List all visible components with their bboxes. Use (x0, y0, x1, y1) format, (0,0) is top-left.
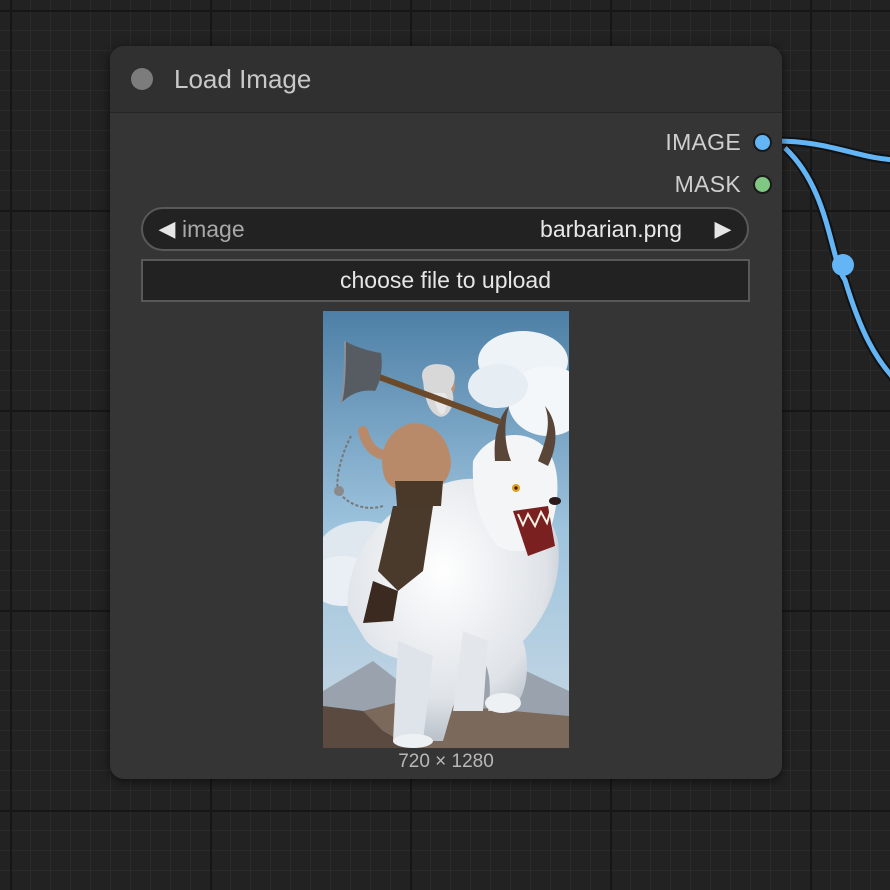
link-image-reroute (783, 146, 890, 378)
output-image: IMAGE (665, 127, 772, 157)
combo-name: image (182, 215, 245, 242)
combo-prev-arrow-icon[interactable]: ◀ (152, 209, 182, 249)
image-combo-widget[interactable]: ◀ image barbarian.png ▶ (141, 207, 749, 251)
collapse-toggle-icon[interactable] (131, 68, 153, 90)
upload-file-button[interactable]: choose file to upload (141, 259, 750, 302)
image-preview (323, 311, 569, 748)
combo-next-arrow-icon[interactable]: ▶ (708, 209, 738, 249)
node-title: Load Image (174, 64, 312, 94)
image-dimensions: 720 × 1280 (398, 751, 494, 772)
node-title-bar[interactable]: Load Image (110, 46, 782, 113)
output-image-slot[interactable] (753, 132, 772, 152)
combo-value[interactable]: barbarian.png (540, 216, 682, 243)
barbarian-preview-icon (323, 311, 569, 748)
link-image-out (771, 138, 890, 163)
output-image-label: IMAGE (665, 128, 741, 155)
load-image-node[interactable]: Load Image IMAGE MASK ◀ image barbarian.… (110, 46, 782, 779)
link-midpoint-handle[interactable] (832, 254, 854, 276)
node-graph-canvas[interactable]: Load Image IMAGE MASK ◀ image barbarian.… (0, 0, 890, 890)
output-mask: MASK (675, 169, 772, 199)
output-mask-label: MASK (674, 170, 741, 197)
output-mask-slot[interactable] (753, 174, 772, 194)
